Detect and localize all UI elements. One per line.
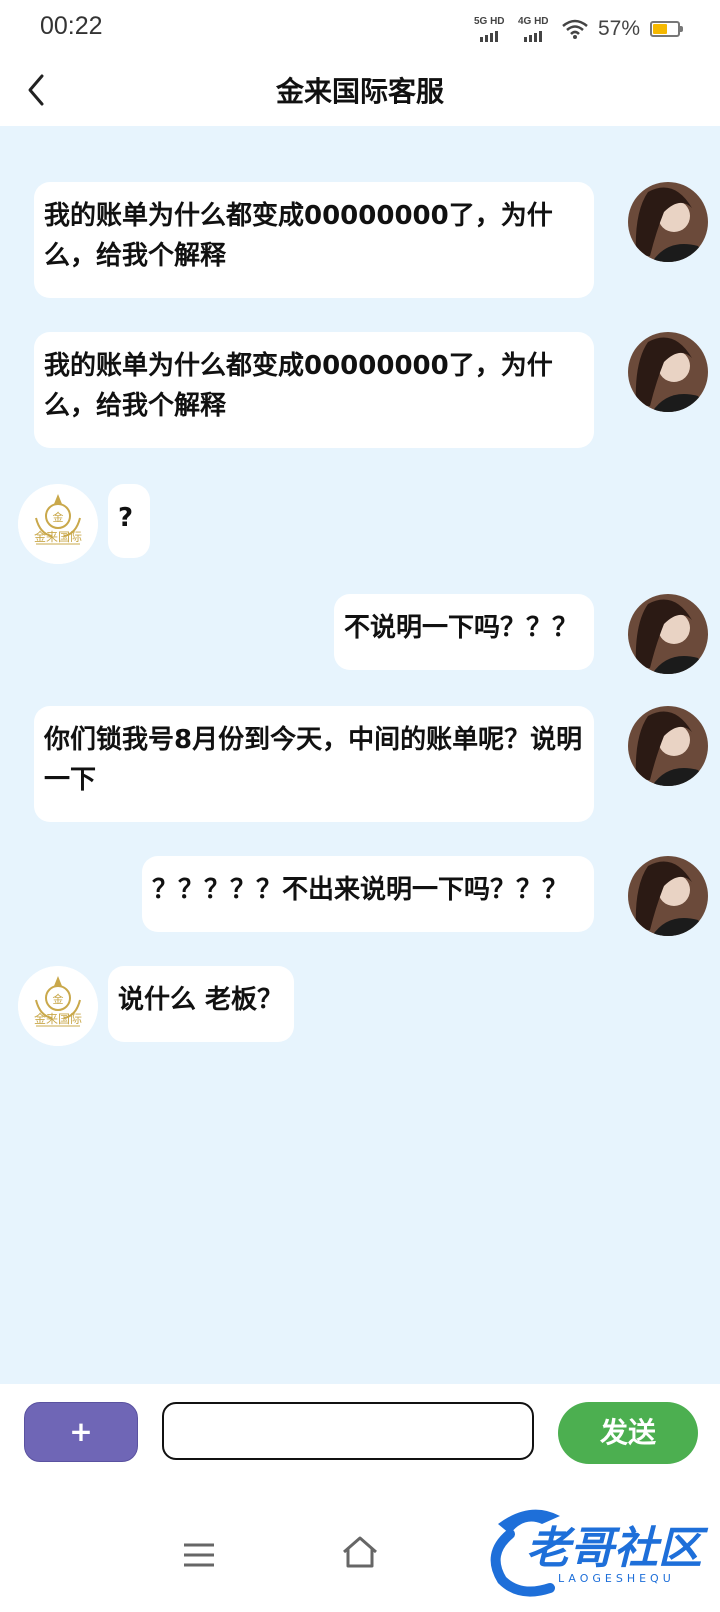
agent-avatar[interactable]: 金 金来国际 bbox=[18, 966, 98, 1046]
message-bubble: 说什么 老板？ bbox=[108, 966, 294, 1042]
send-button[interactable]: 发送 bbox=[558, 1402, 698, 1464]
user-avatar[interactable] bbox=[628, 594, 708, 674]
status-time: 00:22 bbox=[40, 12, 103, 40]
system-nav-bar: 老哥社区 LAOGESHEQU bbox=[0, 1484, 720, 1612]
battery-icon bbox=[650, 21, 683, 37]
message-bubble: ？？？？？不出来说明一下吗？？？ bbox=[142, 856, 594, 932]
user-avatar[interactable] bbox=[628, 706, 708, 786]
input-bar: + 发送 bbox=[0, 1384, 720, 1484]
agent-logo-text: 金来国际 bbox=[33, 1012, 82, 1026]
message-bubble: ? bbox=[108, 484, 150, 558]
page-title: 金来国际客服 bbox=[275, 75, 444, 108]
status-icons: 5G HD 4G HD 57% bbox=[474, 14, 683, 44]
wifi-icon bbox=[562, 19, 588, 39]
user-avatar[interactable] bbox=[628, 332, 708, 412]
watermark-subtitle: LAOGESHEQU bbox=[558, 1572, 675, 1585]
message-bubble: 我的账单为什么都变成00000000了，为什么，给我个解释 bbox=[34, 182, 594, 298]
message-input[interactable] bbox=[162, 1402, 534, 1460]
agent-logo-text: 金来国际 bbox=[33, 530, 82, 544]
menu-icon[interactable] bbox=[182, 1540, 216, 1570]
status-bar: 00:22 5G HD 4G HD 57% bbox=[0, 0, 720, 56]
chat-messages[interactable]: 我的账单为什么都变成00000000了，为什么，给我个解释 我的账单为什么都变成… bbox=[0, 126, 720, 1384]
watermark-logo: 老哥社区 LAOGESHEQU bbox=[480, 1494, 720, 1604]
user-avatar[interactable] bbox=[628, 856, 708, 936]
signal-4g-icon: 4G HD bbox=[518, 16, 552, 42]
add-attachment-button[interactable]: + bbox=[24, 1402, 138, 1462]
signal-5g-icon: 5G HD bbox=[474, 16, 508, 42]
user-avatar[interactable] bbox=[628, 182, 708, 262]
svg-text:金: 金 bbox=[53, 992, 64, 1006]
message-bubble: 你们锁我号8月份到今天，中间的账单呢？说明一下 bbox=[34, 706, 594, 822]
watermark-title: 老哥社区 bbox=[526, 1523, 702, 1574]
message-bubble: 我的账单为什么都变成00000000了，为什么，给我个解释 bbox=[34, 332, 594, 448]
message-bubble: 不说明一下吗？？？ bbox=[334, 594, 594, 670]
chat-header: 金来国际客服 bbox=[0, 56, 720, 126]
battery-percent: 57% bbox=[597, 17, 640, 40]
home-icon[interactable] bbox=[340, 1534, 380, 1570]
svg-text:金: 金 bbox=[53, 510, 64, 524]
agent-avatar[interactable]: 金 金来国际 bbox=[18, 484, 98, 564]
